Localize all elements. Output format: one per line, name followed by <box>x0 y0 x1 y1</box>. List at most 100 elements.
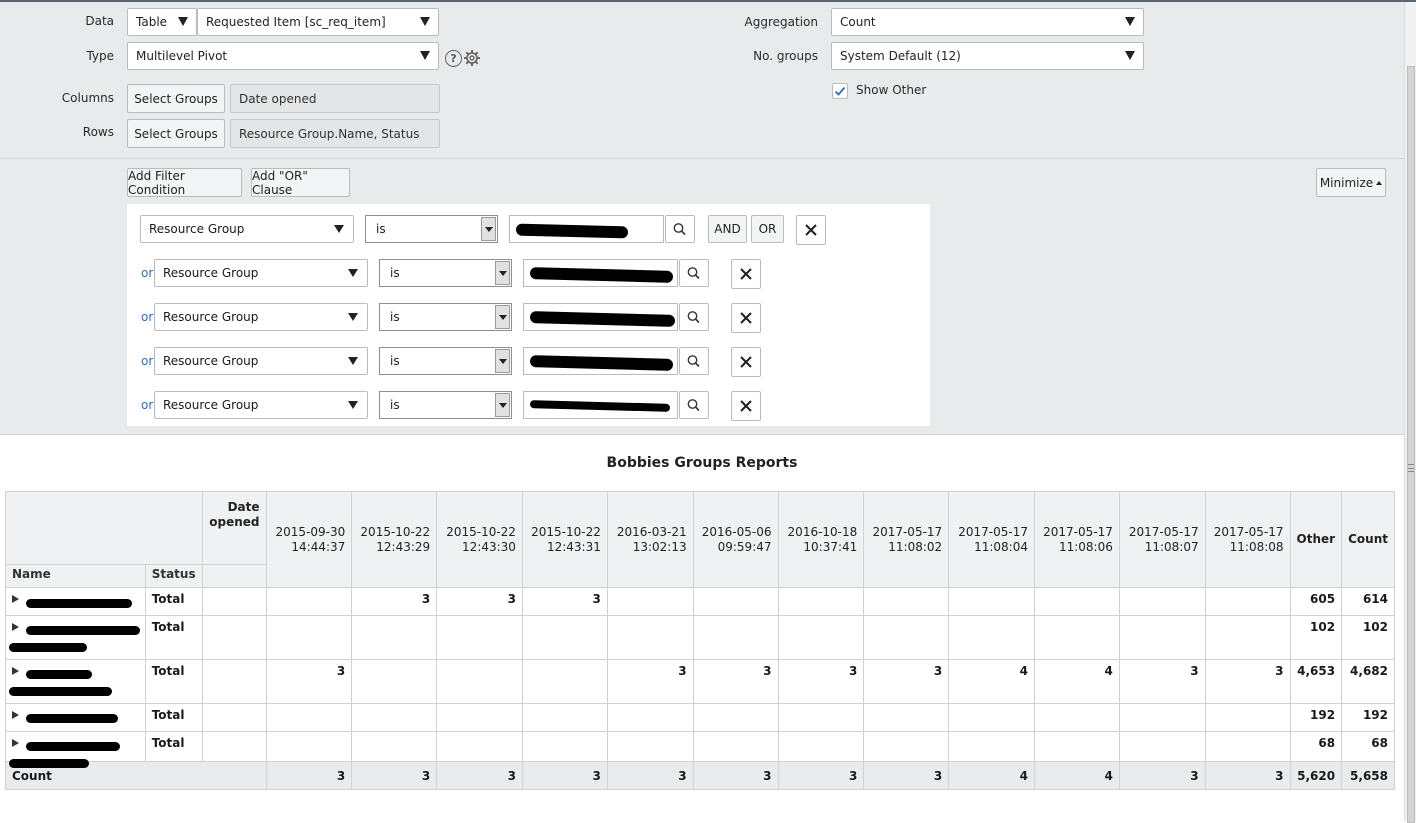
columns-select-groups-button[interactable]: Select Groups <box>127 84 225 113</box>
footer-cell[interactable]: 3 <box>606 761 694 790</box>
footer-cell[interactable]: 3 <box>692 761 779 790</box>
aggregation-select[interactable]: Count <box>831 8 1144 36</box>
condition-4-search-button[interactable] <box>679 347 709 375</box>
row-other[interactable]: 102 <box>1289 615 1343 660</box>
expand-arrow-icon[interactable] <box>12 595 19 603</box>
table-cell[interactable]: 3 <box>265 659 353 704</box>
or-button[interactable]: OR <box>751 215 784 243</box>
date-col-1[interactable]: 2015-09-30 14:44:37 <box>265 491 353 588</box>
table-cell[interactable]: 3 <box>606 659 694 704</box>
groups-select[interactable]: System Default (12) <box>831 42 1144 70</box>
condition-3-delete-button[interactable] <box>731 303 761 333</box>
table-cell[interactable]: 3 <box>351 587 438 616</box>
footer-cell[interactable]: 4 <box>948 761 1035 790</box>
date-col-12[interactable]: 2017-05-17 11:08:08 <box>1204 491 1291 588</box>
condition-3-search-button[interactable] <box>679 303 709 331</box>
condition-3-value-input[interactable] <box>523 303 678 331</box>
add-or-clause-button[interactable]: Add "OR" Clause <box>251 168 350 197</box>
header-status[interactable]: Status <box>144 564 203 588</box>
table-cell[interactable]: 3 <box>692 659 779 704</box>
footer-cell[interactable]: 3 <box>265 761 353 790</box>
condition-1-field-select[interactable]: Resource Group <box>140 215 354 243</box>
expand-arrow-icon[interactable] <box>12 667 19 675</box>
table-cell[interactable]: 3 <box>436 587 523 616</box>
date-col-6[interactable]: 2016-05-06 09:59:47 <box>692 491 779 588</box>
gear-icon[interactable] <box>463 49 481 67</box>
date-col-5[interactable]: 2016-03-21 13:02:13 <box>606 491 694 588</box>
row-count[interactable]: 102 <box>1341 615 1395 660</box>
date-col-11[interactable]: 2017-05-17 11:08:07 <box>1118 491 1206 588</box>
header-other[interactable]: Other <box>1289 491 1343 588</box>
table-cell[interactable]: 3 <box>521 587 608 616</box>
row-other[interactable]: 605 <box>1289 587 1343 616</box>
condition-5-operator-select[interactable]: is <box>379 391 512 419</box>
date-col-9[interactable]: 2017-05-17 11:08:04 <box>948 491 1035 588</box>
condition-1-value-input[interactable] <box>509 215 664 243</box>
data-source-select[interactable]: Table <box>127 8 197 36</box>
row-other[interactable]: 4,653 <box>1289 659 1343 704</box>
condition-1-search-button[interactable] <box>665 215 695 243</box>
row-count[interactable]: 192 <box>1341 703 1395 732</box>
row-group-name[interactable] <box>5 615 146 660</box>
show-other-checkbox[interactable] <box>832 83 848 99</box>
footer-cell[interactable]: 3 <box>863 761 950 790</box>
footer-cell[interactable]: 3 <box>351 761 438 790</box>
date-col-4[interactable]: 2015-10-22 12:43:31 <box>521 491 608 588</box>
scrollbar-thumb[interactable] <box>1407 66 1415 823</box>
vertical-scrollbar[interactable] <box>1404 2 1416 823</box>
table-cell[interactable]: 3 <box>863 659 950 704</box>
help-icon[interactable]: ? <box>445 50 462 67</box>
date-col-8[interactable]: 2017-05-17 11:08:02 <box>863 491 950 588</box>
condition-2-search-button[interactable] <box>679 259 709 287</box>
condition-2-delete-button[interactable] <box>731 259 761 289</box>
date-col-3[interactable]: 2015-10-22 12:43:30 <box>436 491 523 588</box>
footer-cell[interactable]: 4 <box>1033 761 1120 790</box>
table-cell[interactable]: 3 <box>1204 659 1291 704</box>
expand-arrow-icon[interactable] <box>12 739 19 747</box>
footer-cell[interactable]: 3 <box>1204 761 1291 790</box>
expand-arrow-icon[interactable] <box>12 711 19 719</box>
row-group-name[interactable] <box>5 703 146 732</box>
row-count[interactable]: 614 <box>1341 587 1395 616</box>
footer-count[interactable]: 5,658 <box>1341 761 1395 790</box>
condition-1-operator-select[interactable]: is <box>365 215 498 243</box>
header-name[interactable]: Name <box>5 564 146 588</box>
footer-cell[interactable]: 3 <box>521 761 608 790</box>
row-group-name[interactable] <box>5 731 146 768</box>
condition-5-field-select[interactable]: Resource Group <box>154 391 368 419</box>
header-count[interactable]: Count <box>1341 491 1395 588</box>
condition-5-delete-button[interactable] <box>731 391 761 421</box>
date-col-7[interactable]: 2016-10-18 10:37:41 <box>777 491 865 588</box>
condition-3-operator-select[interactable]: is <box>379 303 512 331</box>
row-count[interactable]: 4,682 <box>1341 659 1395 704</box>
type-select[interactable]: Multilevel Pivot <box>127 42 439 70</box>
table-cell[interactable]: 4 <box>948 659 1035 704</box>
row-other[interactable]: 68 <box>1289 731 1343 762</box>
footer-cell[interactable]: 3 <box>777 761 865 790</box>
row-group-name[interactable] <box>5 659 146 704</box>
and-button[interactable]: AND <box>708 215 747 243</box>
table-cell[interactable]: 4 <box>1033 659 1120 704</box>
condition-4-delete-button[interactable] <box>731 347 761 377</box>
condition-1-delete-button[interactable] <box>796 215 826 245</box>
row-group-name[interactable] <box>5 587 146 616</box>
condition-4-value-input[interactable] <box>523 347 678 375</box>
condition-5-search-button[interactable] <box>679 391 709 419</box>
condition-3-field-select[interactable]: Resource Group <box>154 303 368 331</box>
date-col-2[interactable]: 2015-10-22 12:43:29 <box>351 491 438 588</box>
footer-other[interactable]: 5,620 <box>1289 761 1343 790</box>
table-cell[interactable]: 3 <box>777 659 865 704</box>
minimize-button[interactable]: Minimize <box>1316 168 1386 197</box>
date-col-10[interactable]: 2017-05-17 11:08:06 <box>1033 491 1120 588</box>
condition-2-operator-select[interactable]: is <box>379 259 512 287</box>
condition-2-field-select[interactable]: Resource Group <box>154 259 368 287</box>
expand-arrow-icon[interactable] <box>12 623 19 631</box>
table-cell[interactable]: 3 <box>1118 659 1206 704</box>
row-other[interactable]: 192 <box>1289 703 1343 732</box>
data-table-select[interactable]: Requested Item [sc_req_item] <box>197 8 439 36</box>
condition-4-field-select[interactable]: Resource Group <box>154 347 368 375</box>
add-filter-condition-button[interactable]: Add Filter Condition <box>127 168 242 197</box>
footer-cell[interactable]: 3 <box>1118 761 1206 790</box>
row-count[interactable]: 68 <box>1341 731 1395 762</box>
condition-2-value-input[interactable] <box>523 259 678 287</box>
